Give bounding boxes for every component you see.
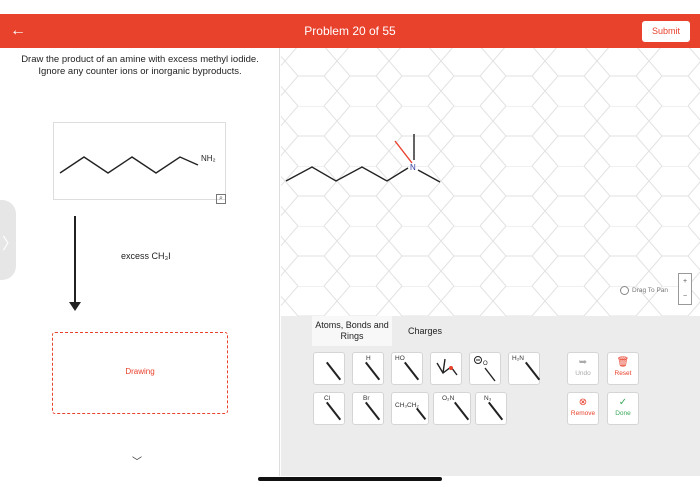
reset-button[interactable]: 🗑 Reset (607, 352, 639, 385)
side-drawer-handle[interactable]: 〉 (0, 200, 19, 280)
remove-circle-x-icon: ⊗ (578, 397, 588, 408)
undo-icon: ➥ (578, 357, 588, 368)
tool-single-bond[interactable] (313, 352, 345, 385)
drag-to-pan-hint: Drag To Pan (620, 286, 668, 295)
nitrogen-label: N (410, 163, 416, 172)
magnify-icon[interactable]: ⌕ (216, 194, 226, 204)
app-header: Problem 20 of 55 ← Submit (0, 14, 700, 48)
tool-methoxy[interactable] (430, 352, 462, 385)
tool-azide[interactable]: N₃ (475, 392, 507, 425)
tool-hydroxyl[interactable]: HO (391, 352, 423, 385)
back-arrow-icon[interactable]: ← (8, 20, 28, 42)
instructions: Draw the product of an amine with excess… (10, 54, 270, 78)
toolbar: Atoms, Bonds and Rings Charges H HO O H₂… (281, 316, 700, 476)
zoom-in-button[interactable]: + (679, 274, 691, 289)
page-title: Problem 20 of 55 (304, 24, 396, 38)
instruction-line-2: Ignore any counter ions or inorganic byp… (38, 66, 242, 77)
home-indicator (258, 477, 442, 481)
nh2-label: NH₂ (201, 154, 216, 163)
drawing-label: Drawing (125, 367, 155, 376)
tool-bromine[interactable]: Br (352, 392, 384, 425)
drawing-answer-box[interactable]: Drawing (52, 332, 228, 414)
tool-nitro[interactable]: O₂N (433, 392, 471, 425)
zoom-control[interactable]: + − (678, 273, 692, 305)
reactant-structure: NH₂ (53, 122, 226, 200)
methoxy-icon (436, 358, 458, 376)
tool-alkoxide[interactable]: O (469, 352, 501, 385)
submit-button[interactable]: Submit (642, 21, 690, 42)
tab-charges[interactable]: Charges (397, 316, 453, 346)
tab-atoms-bonds-rings[interactable]: Atoms, Bonds and Rings (312, 316, 392, 346)
check-circle-icon: ✓ (618, 397, 628, 408)
status-strip (0, 0, 700, 14)
question-panel: Draw the product of an amine with excess… (0, 48, 280, 476)
alkoxide-icon: O (474, 356, 496, 382)
zoom-out-button[interactable]: − (679, 289, 691, 304)
tool-amine[interactable]: H₂N (508, 352, 541, 385)
reaction-arrow (74, 216, 76, 304)
tool-hydrogen[interactable]: H (352, 352, 384, 385)
chevron-down-icon[interactable]: ﹀ (132, 453, 142, 468)
tool-chlorine[interactable]: Cl (313, 392, 345, 425)
trash-icon: 🗑 (616, 357, 630, 368)
tool-ethyl[interactable]: CH₃CH₂ (391, 392, 429, 425)
hand-icon (620, 286, 629, 295)
svg-text:O: O (483, 361, 488, 367)
remove-button[interactable]: ⊗ Remove (567, 392, 599, 425)
reagent-label: excess CH₃I (121, 251, 171, 261)
done-button[interactable]: ✓ Done (607, 392, 639, 425)
hex-grid: N (281, 48, 700, 316)
reactant-skeletal-formula: NH₂ (59, 154, 216, 174)
reaction-arrow-head (69, 302, 81, 311)
chevron-right-icon: 〉 (2, 236, 19, 253)
undo-button[interactable]: ➥ Undo (567, 352, 599, 385)
instruction-line-1: Draw the product of an amine with excess… (21, 54, 259, 65)
drawing-canvas[interactable]: N (281, 48, 700, 316)
